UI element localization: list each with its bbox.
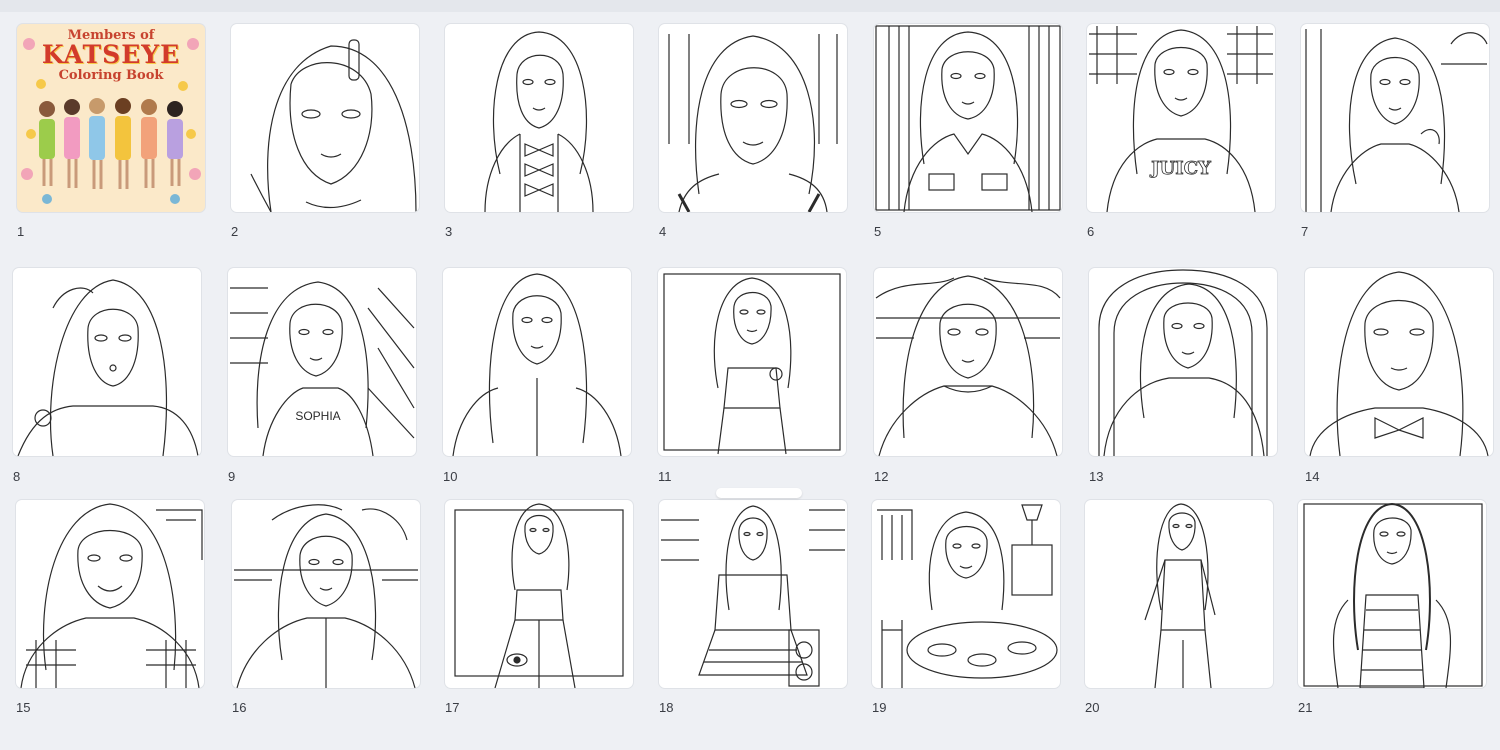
page-number-6: 6 bbox=[1087, 224, 1095, 239]
page-number-16: 16 bbox=[232, 700, 247, 715]
page-number-14: 14 bbox=[1305, 469, 1320, 484]
line-art-portrait bbox=[1305, 29, 1488, 212]
page-thumbnail-13[interactable] bbox=[1089, 268, 1277, 456]
page-thumbnail-12[interactable] bbox=[874, 268, 1062, 456]
page-number-19: 19 bbox=[872, 700, 887, 715]
scroll-indicator[interactable] bbox=[716, 488, 802, 498]
page-thumbnail-20[interactable] bbox=[1085, 500, 1273, 688]
page-thumbnail-2[interactable] bbox=[231, 24, 419, 212]
page-thumbnail-16[interactable] bbox=[232, 500, 420, 688]
line-art-portrait bbox=[1098, 269, 1268, 456]
line-art-portrait bbox=[234, 504, 418, 688]
line-art-portrait bbox=[668, 34, 838, 212]
page-number-8: 8 bbox=[13, 469, 21, 484]
page-number-13: 13 bbox=[1089, 469, 1104, 484]
page-thumbnail-8[interactable] bbox=[13, 268, 201, 456]
page-thumbnail-18[interactable] bbox=[659, 500, 847, 688]
page-number-7: 7 bbox=[1301, 224, 1309, 239]
page-number-21: 21 bbox=[1298, 700, 1313, 715]
page-number-5: 5 bbox=[874, 224, 882, 239]
page-number-20: 20 bbox=[1085, 700, 1100, 715]
line-art-portrait bbox=[875, 25, 1061, 212]
page-thumbnail-14[interactable] bbox=[1305, 268, 1493, 456]
line-art-portrait bbox=[875, 275, 1061, 456]
line-art-portrait bbox=[1144, 503, 1216, 688]
page-thumbnail-19[interactable] bbox=[872, 500, 1060, 688]
cover-title-line3: Coloring Book bbox=[58, 68, 164, 83]
line-art-portrait: SOPHIA bbox=[230, 281, 415, 456]
line-art-portrait bbox=[20, 503, 203, 688]
line-art-portrait bbox=[250, 39, 417, 212]
line-art-portrait bbox=[17, 279, 199, 456]
line-art-portrait bbox=[452, 273, 622, 456]
page-number-3: 3 bbox=[445, 224, 453, 239]
page-number-11: 11 bbox=[658, 469, 672, 484]
line-art-portrait: JUICY bbox=[1089, 26, 1273, 212]
line-art-portrait bbox=[661, 505, 845, 687]
page-thumbnail-17[interactable] bbox=[445, 500, 633, 688]
page-thumbnail-15[interactable] bbox=[16, 500, 204, 688]
page-number-10: 10 bbox=[443, 469, 458, 484]
line-art-portrait bbox=[663, 273, 841, 455]
page-number-1: 1 bbox=[17, 224, 25, 239]
shirt-text-juicy: JUICY bbox=[1149, 158, 1212, 179]
line-art-portrait bbox=[484, 31, 594, 212]
page-thumbnail-3[interactable] bbox=[445, 24, 633, 212]
page-thumbnail-11[interactable] bbox=[658, 268, 846, 456]
page-number-2: 2 bbox=[231, 224, 239, 239]
page-number-18: 18 bbox=[659, 700, 674, 715]
line-art-portrait bbox=[1303, 502, 1483, 688]
page-thumbnail-7[interactable] bbox=[1301, 24, 1489, 212]
page-number-15: 15 bbox=[16, 700, 31, 715]
page-number-12: 12 bbox=[874, 469, 889, 484]
page-thumbnail-10[interactable] bbox=[443, 268, 631, 456]
page-thumbnail-4[interactable] bbox=[659, 24, 847, 212]
cover-title-line2: KATSEYE bbox=[41, 40, 181, 69]
line-art-portrait bbox=[877, 504, 1058, 688]
page-thumbnail-21[interactable] bbox=[1298, 500, 1486, 688]
page-number-9: 9 bbox=[228, 469, 236, 484]
shirt-text-sophia: SOPHIA bbox=[295, 409, 340, 423]
page-thumbnail-1[interactable]: Members of KATSEYE Coloring Book bbox=[17, 24, 205, 212]
line-art-portrait bbox=[1309, 271, 1489, 456]
page-number-4: 4 bbox=[659, 224, 667, 239]
page-number-17: 17 bbox=[445, 700, 460, 715]
page-thumbnail-9[interactable]: SOPHIA bbox=[228, 268, 416, 456]
line-art-portrait bbox=[454, 503, 624, 688]
page-thumbnail-5[interactable] bbox=[874, 24, 1062, 212]
page-thumbnail-grid: Members of KATSEYE Coloring Book 1 2 3 4… bbox=[0, 0, 1500, 750]
page-thumbnail-6[interactable]: JUICY bbox=[1087, 24, 1275, 212]
